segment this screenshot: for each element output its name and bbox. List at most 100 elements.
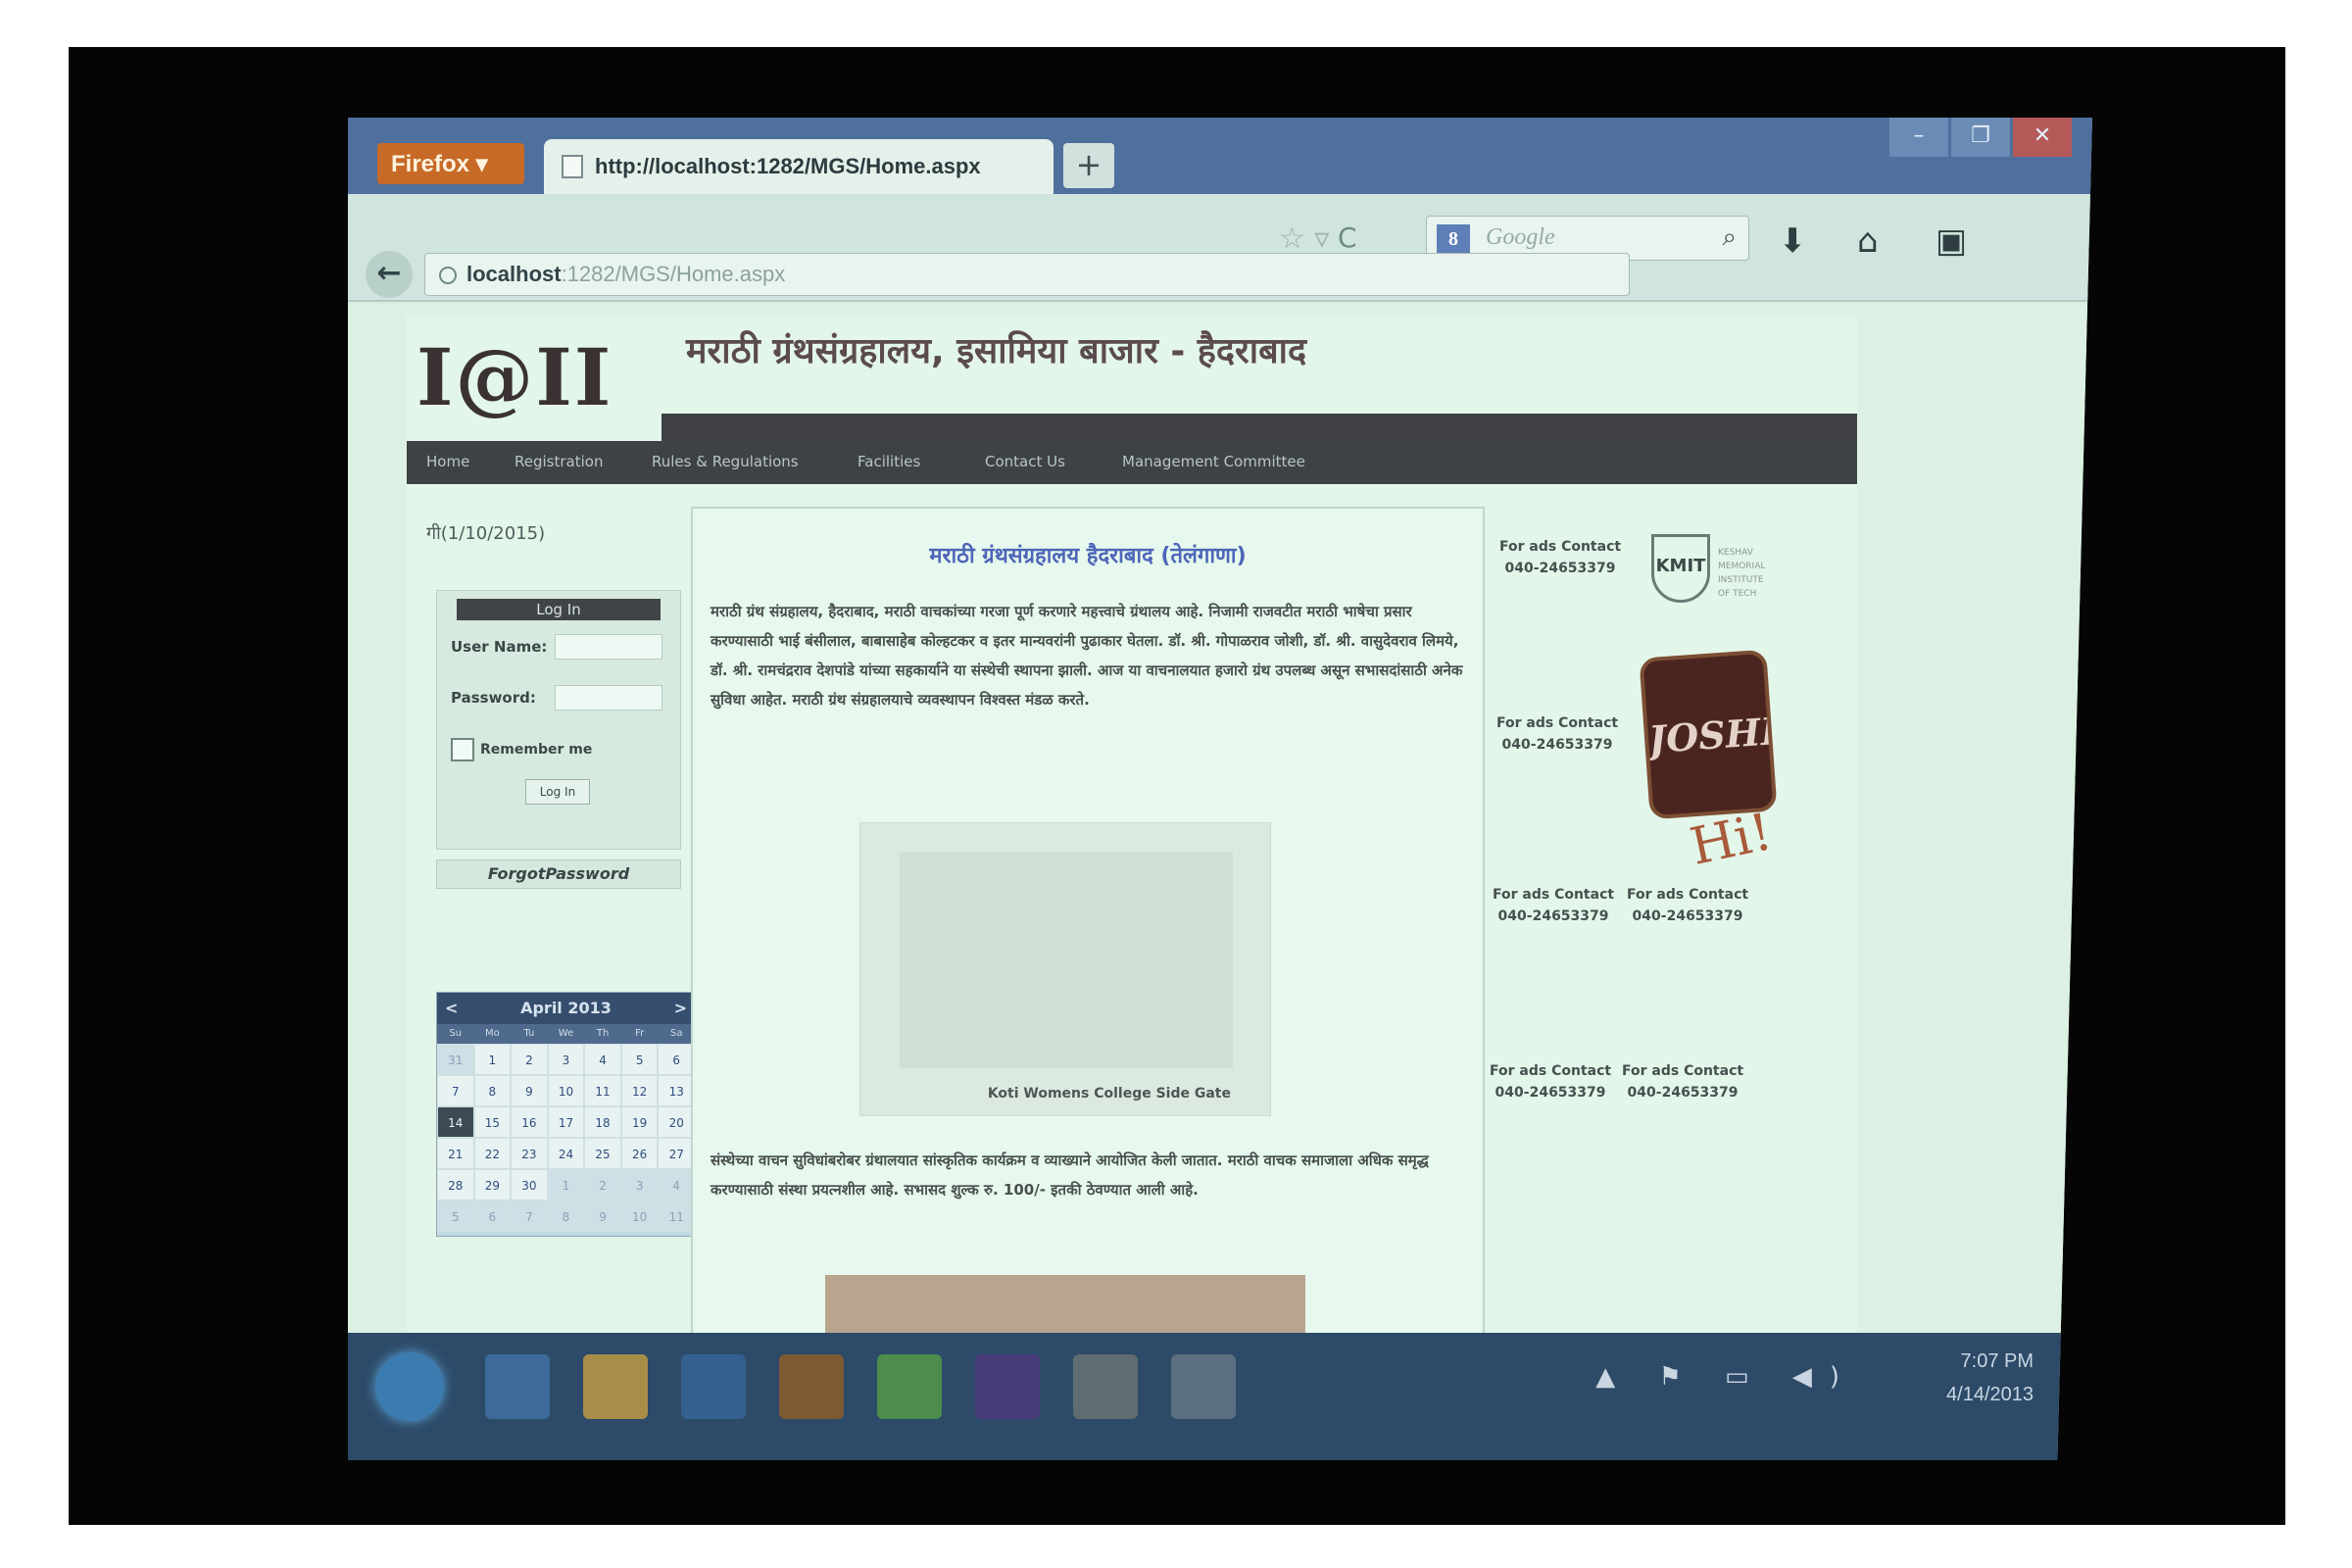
paint-icon[interactable] [1073,1354,1138,1419]
calendar-day[interactable]: 17 [547,1106,585,1138]
calendar-day[interactable]: 14 [437,1106,474,1138]
calendar-day[interactable]: 10 [547,1075,585,1106]
forgot-password-link[interactable]: ForgotPassword [436,859,681,889]
login-button[interactable]: Log In [525,779,590,805]
calendar-day[interactable]: 2 [511,1044,548,1075]
menu-item-committee[interactable]: Management Committee [1122,453,1305,470]
remember-checkbox[interactable] [451,738,474,761]
calendar-day[interactable]: 9 [584,1200,621,1232]
ad-slot-1[interactable]: For ads Contact 040-24653379 [1499,536,1621,579]
navigation-toolbar: ☆ ▿ C 8 Google ⌕ ⬇ ⌂ ▣ ← localhost:1282/… [348,194,2092,302]
calendar-day[interactable]: 6 [473,1200,512,1232]
calendar-day[interactable]: 8 [547,1200,585,1232]
download-icon[interactable]: ⬇ [1779,221,1807,261]
calendar-day[interactable]: 7 [511,1200,548,1232]
calendar-day[interactable]: 31 [437,1044,474,1075]
internet-explorer-icon[interactable] [485,1354,550,1419]
ad-slot-2[interactable]: For ads Contact 040-24653379 [1496,712,1618,756]
calendar-day[interactable]: 16 [511,1106,548,1138]
password-field[interactable] [555,685,662,710]
kmit-line: OF TECH [1718,589,1757,599]
calendar-day[interactable]: 3 [620,1169,659,1200]
calendar-day[interactable]: 20 [658,1106,695,1138]
new-tab-button[interactable]: + [1063,143,1114,188]
calendar-day[interactable]: 9 [511,1075,548,1106]
calendar-day[interactable]: 4 [658,1169,695,1200]
calendar-day[interactable]: 28 [437,1169,474,1200]
folder-icon[interactable] [583,1354,648,1419]
calendar-day[interactable]: 26 [620,1138,659,1169]
calendar-day[interactable]: 11 [584,1075,621,1106]
bookmark-star-icon[interactable]: ☆ ▿ [1279,221,1330,256]
calendar-day[interactable]: 15 [473,1106,512,1138]
calendar-next-button[interactable]: > [674,993,687,1024]
visual-studio-icon[interactable] [975,1354,1040,1419]
calendar-day[interactable]: 8 [473,1075,512,1106]
calendar-day[interactable]: 10 [620,1200,659,1232]
minimize-button[interactable]: – [1889,118,1948,157]
clock-date[interactable]: 4/14/2013 [1946,1384,2034,1406]
calendar-day[interactable]: 19 [620,1106,659,1138]
ad-slot-6[interactable]: For ads Contact 040-24653379 [1622,1060,1743,1103]
joshis-logo[interactable]: JOSHI'S [1639,649,1778,820]
search-engine-icon[interactable]: 8 [1437,224,1470,254]
window-preview-icon[interactable] [1171,1354,1236,1419]
address-bar[interactable]: localhost:1282/MGS/Home.aspx [424,253,1630,296]
building-photo: Koti Womens College Side Gate [859,822,1271,1116]
back-button[interactable]: ← [366,251,413,298]
menu-item-registration[interactable]: Registration [514,453,603,470]
calendar-day[interactable]: 22 [473,1138,512,1169]
calendar-day[interactable]: 1 [473,1044,512,1075]
calendar-day[interactable]: 24 [547,1138,585,1169]
username-field[interactable] [555,634,662,660]
ad-slot-4[interactable]: For ads Contact 040-24653379 [1627,884,1748,927]
ad-slot-5[interactable]: For ads Contact 040-24653379 [1490,1060,1611,1103]
header-strip [662,414,1857,443]
firefox-menu-button[interactable]: Firefox ▾ [377,143,524,184]
calendar-day[interactable]: 2 [584,1169,621,1200]
maximize-button[interactable]: ❐ [1951,118,2010,157]
calendar-day[interactable]: 30 [511,1169,548,1200]
kmit-line: MEMORIAL [1718,562,1766,571]
site-identity-icon[interactable] [439,267,457,284]
calendar-day[interactable]: 6 [658,1044,695,1075]
firefox-taskbar-icon[interactable] [779,1354,844,1419]
menu-item-contact[interactable]: Contact Us [985,453,1065,470]
calendar-day[interactable]: 18 [584,1106,621,1138]
calendar-day[interactable]: 3 [547,1044,585,1075]
calendar-day[interactable]: 23 [511,1138,548,1169]
calendar-day[interactable]: 12 [620,1075,659,1106]
clock-time[interactable]: 7:07 PM [1961,1350,2034,1373]
calendar-day[interactable]: 4 [584,1044,621,1075]
close-button[interactable]: ✕ [2013,118,2072,157]
calendar-day[interactable]: 29 [473,1169,512,1200]
menu-item-home[interactable]: Home [426,453,469,470]
reload-icon[interactable]: C [1338,221,1357,254]
calendar-day[interactable]: 13 [658,1075,695,1106]
calendar-day[interactable]: 11 [658,1200,695,1232]
system-tray-icons[interactable]: ▲ ⚑ ▭ ◀) [1595,1362,1857,1392]
calendar-day[interactable]: 5 [620,1044,659,1075]
calendar-day[interactable]: 25 [584,1138,621,1169]
calendar-day[interactable]: 27 [658,1138,695,1169]
ad-slot-3[interactable]: For ads Contact 040-24653379 [1493,884,1614,927]
calendar-day[interactable]: 21 [437,1138,474,1169]
calendar-day[interactable]: 1 [547,1169,585,1200]
calendar-day[interactable]: 7 [437,1075,474,1106]
calendar-day[interactable]: 5 [437,1200,474,1232]
calendar-prev-button[interactable]: < [445,993,458,1024]
home-icon[interactable]: ⌂ [1857,221,1879,261]
search-icon[interactable]: ⌕ [1722,222,1737,253]
browser-tab[interactable]: http://localhost:1282/MGS/Home.aspx [544,139,1054,194]
chrome-icon[interactable] [877,1354,942,1419]
browser-screen: Firefox ▾ http://localhost:1282/MGS/Home… [348,118,2092,1460]
main-article: मराठी ग्रंथसंग्रहालय हैदराबाद (तेलंगाणा)… [691,507,1485,1333]
menu-item-rules[interactable]: Rules & Regulations [652,453,799,470]
kmit-logo[interactable]: KMIT KESHAV MEMORIAL INSTITUTE OF TECH [1651,526,1769,634]
menu-icon[interactable]: ▣ [1936,221,1967,261]
menu-item-facilities[interactable]: Facilities [858,453,920,470]
site-logo[interactable]: I@II [416,333,622,421]
start-button[interactable] [375,1352,444,1421]
photo-caption: Koti Womens College Side Gate [987,1086,1231,1102]
media-player-icon[interactable] [681,1354,746,1419]
